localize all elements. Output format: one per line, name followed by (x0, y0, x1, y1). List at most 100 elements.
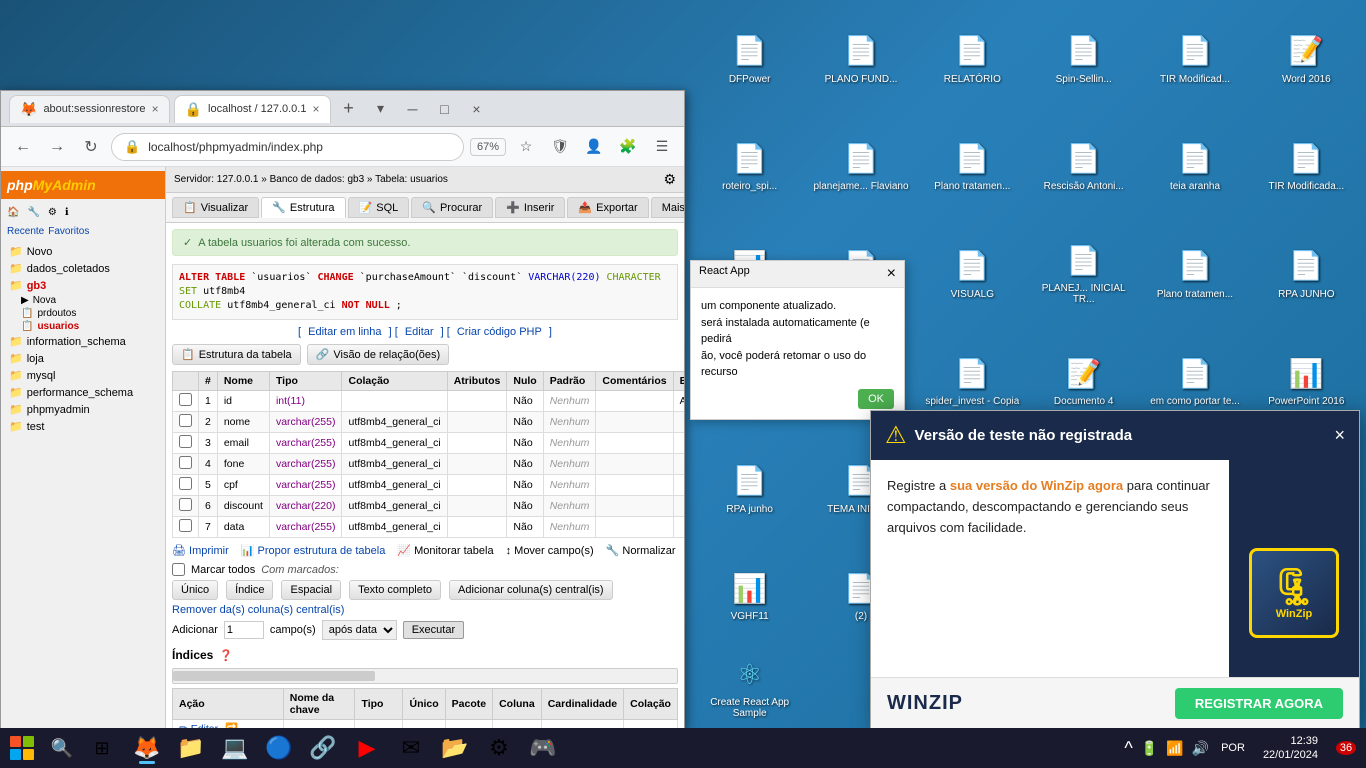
tab-exportar[interactable]: 📤 Exportar (567, 197, 648, 218)
icon-word2016[interactable]: 📝 Word 2016 (1252, 5, 1361, 111)
tab-list-button[interactable]: ▾ (367, 95, 395, 123)
row2-checkbox[interactable] (179, 414, 192, 427)
icon-rpa-junho[interactable]: 📄 RPA JUNHO (1252, 220, 1361, 326)
tray-icon1[interactable]: 🔋 (1139, 738, 1160, 759)
taskbar-vscode[interactable]: 💻 (214, 730, 256, 766)
db-test[interactable]: 📁 test (5, 418, 161, 435)
add-field-count[interactable] (224, 621, 264, 639)
tab-visualizar[interactable]: 📋 Visualizar (172, 197, 259, 218)
move-link[interactable]: ↕ Mover campo(s) (506, 545, 594, 557)
table-usuarios[interactable]: 📋usuarios (5, 320, 161, 333)
bookmark-button[interactable]: ☆ (512, 133, 540, 161)
db-loja[interactable]: 📁 loja (5, 350, 161, 367)
row5-checkbox[interactable] (179, 477, 192, 490)
taskbar-explorer[interactable]: 📁 (170, 730, 212, 766)
icon-rpa-jun2[interactable]: 📄 RPA junho (695, 435, 804, 541)
db-phpmyadmin[interactable]: 📁 phpmyadmin (5, 401, 161, 418)
row4-checkbox[interactable] (179, 456, 192, 469)
icon-planejame[interactable]: 📄 planejame... Flaviano (806, 113, 915, 219)
tray-sound[interactable]: 🔊 (1190, 738, 1211, 759)
indices-help[interactable]: ❓ (219, 649, 233, 662)
pma-home-icon[interactable]: 🏠 (7, 207, 19, 218)
taskbar-settings[interactable]: ⚙ (478, 730, 520, 766)
espacial-button[interactable]: Espacial (281, 580, 341, 600)
pma-sql-icon[interactable]: 🔧 (27, 207, 39, 218)
icon-planej-ini[interactable]: 📄 PLANEJ... INICIAL TR... (1029, 220, 1138, 326)
tab-inserir[interactable]: ➕ Inserir (495, 197, 565, 218)
update-close-button[interactable]: × (887, 265, 896, 283)
shield-button[interactable]: 🛡 (546, 133, 574, 161)
visao-relacao-button[interactable]: 🔗 Visão de relação(ões) (307, 344, 450, 365)
db-perf[interactable]: 📁 performance_schema (5, 384, 161, 401)
taskbar-youtube[interactable]: ▶ (346, 730, 388, 766)
remove-central-link[interactable]: Remover da(s) coluna(s) central(is) (172, 604, 678, 616)
menu-button[interactable]: ☰ (648, 133, 676, 161)
tab-sql[interactable]: 📝 SQL (348, 197, 410, 218)
estrutura-tabela-button[interactable]: 📋 Estrutura da tabela (172, 344, 301, 365)
tab-sessionrestore[interactable]: 🦊 about:sessionrestore × (9, 95, 170, 123)
add-field-execute-button[interactable]: Executar (403, 621, 464, 639)
icon-teia[interactable]: 📄 teia aranha (1140, 113, 1249, 219)
notification-button[interactable]: 36 (1332, 734, 1360, 762)
taskbar-firefox[interactable]: 🦊 (126, 730, 168, 766)
tab-procurar[interactable]: 🔍 Procurar (411, 197, 493, 218)
icon-visualg[interactable]: 📄 VISUALG (918, 220, 1027, 326)
add-field-position[interactable]: após data no início no fim (322, 620, 397, 640)
back-button[interactable]: ← (9, 133, 37, 161)
new-tab-button[interactable]: + (335, 95, 363, 123)
icon-plano-trat[interactable]: 📄 Plano tratamen... (918, 113, 1027, 219)
propose-structure-link[interactable]: 📊 Propor estrutura de tabela (241, 544, 386, 557)
forward-button[interactable]: → (43, 133, 71, 161)
db-info[interactable]: 📁 information_schema (5, 333, 161, 350)
row7-checkbox[interactable] (179, 519, 192, 532)
icon-create-react[interactable]: ⚛ Create React App Sample (695, 650, 804, 723)
tab2-close-button[interactable]: × (312, 102, 319, 116)
tab-localhost[interactable]: 🔒 localhost / 127.0.0.1 × (174, 95, 331, 123)
create-php-link[interactable]: Criar código PHP (457, 326, 542, 338)
maximize-button[interactable]: □ (431, 95, 459, 123)
tray-wifi[interactable]: 📶 (1164, 738, 1185, 759)
tab-estrutura[interactable]: 🔧 Estrutura (261, 197, 345, 218)
register-now-button[interactable]: REGISTRAR AGORA (1175, 688, 1343, 719)
tab1-close-button[interactable]: × (152, 102, 159, 116)
extensions-button[interactable]: 🧩 (614, 133, 642, 161)
address-bar[interactable]: 🔒 localhost/phpmyadmin/index.php (111, 133, 464, 161)
icon-vghf11[interactable]: 📊 VGHF11 (695, 543, 804, 649)
pma-info-icon[interactable]: ℹ (65, 207, 69, 218)
winzip-close-button[interactable]: × (1334, 425, 1345, 446)
icon-rescisao[interactable]: 📄 Rescisão Antoni... (1029, 113, 1138, 219)
update-ok-button[interactable]: OK (858, 389, 894, 409)
edit-inline-link[interactable]: Editar em linha (308, 326, 381, 338)
icon-dfpower[interactable]: 📄 DFPower (695, 5, 804, 111)
search-button[interactable]: 🔍 (42, 732, 82, 764)
row1-checkbox[interactable] (179, 393, 192, 406)
icon-spin-selling[interactable]: 📄 Spin-Sellin... (1029, 5, 1138, 111)
texto-completo-button[interactable]: Texto completo (349, 580, 441, 600)
db-novo[interactable]: 📁 Novo (5, 243, 161, 260)
taskbar-link[interactable]: 🔗 (302, 730, 344, 766)
pma-header-settings[interactable]: ⚙ (663, 171, 676, 188)
taskbar-game[interactable]: 🎮 (522, 730, 564, 766)
icon-plano-fund[interactable]: 📄 PLANO FUND... (806, 5, 915, 111)
sync-button[interactable]: 👤 (580, 133, 608, 161)
row6-checkbox[interactable] (179, 498, 192, 511)
tray-expand[interactable]: ^ (1122, 736, 1134, 761)
start-button[interactable] (6, 732, 38, 764)
edit-link[interactable]: Editar (405, 326, 434, 338)
taskbar-mail[interactable]: ✉ (390, 730, 432, 766)
horizontal-scrollbar[interactable] (172, 668, 678, 684)
icon-roteiro[interactable]: 📄 roteiro_spi... (695, 113, 804, 219)
print-link[interactable]: 🖨 Imprimir (172, 544, 229, 557)
minimize-button[interactable]: ─ (399, 95, 427, 123)
monitor-link[interactable]: 📈 Monitorar tabela (397, 544, 493, 557)
icon-relatorio[interactable]: 📄 RELATÓRIO (918, 5, 1027, 111)
db-mysql[interactable]: 📁 mysql (5, 367, 161, 384)
indice-button[interactable]: Índice (226, 580, 273, 600)
icon-tir-mod[interactable]: 📄 TIR Modificad... (1140, 5, 1249, 111)
reload-button[interactable]: ↻ (77, 133, 105, 161)
add-central-button[interactable]: Adicionar coluna(s) central(is) (449, 580, 613, 600)
system-clock[interactable]: 12:39 22/01/2024 (1255, 734, 1326, 763)
taskbar-files[interactable]: 📂 (434, 730, 476, 766)
close-button[interactable]: × (463, 95, 491, 123)
check-all-checkbox[interactable] (172, 563, 185, 576)
